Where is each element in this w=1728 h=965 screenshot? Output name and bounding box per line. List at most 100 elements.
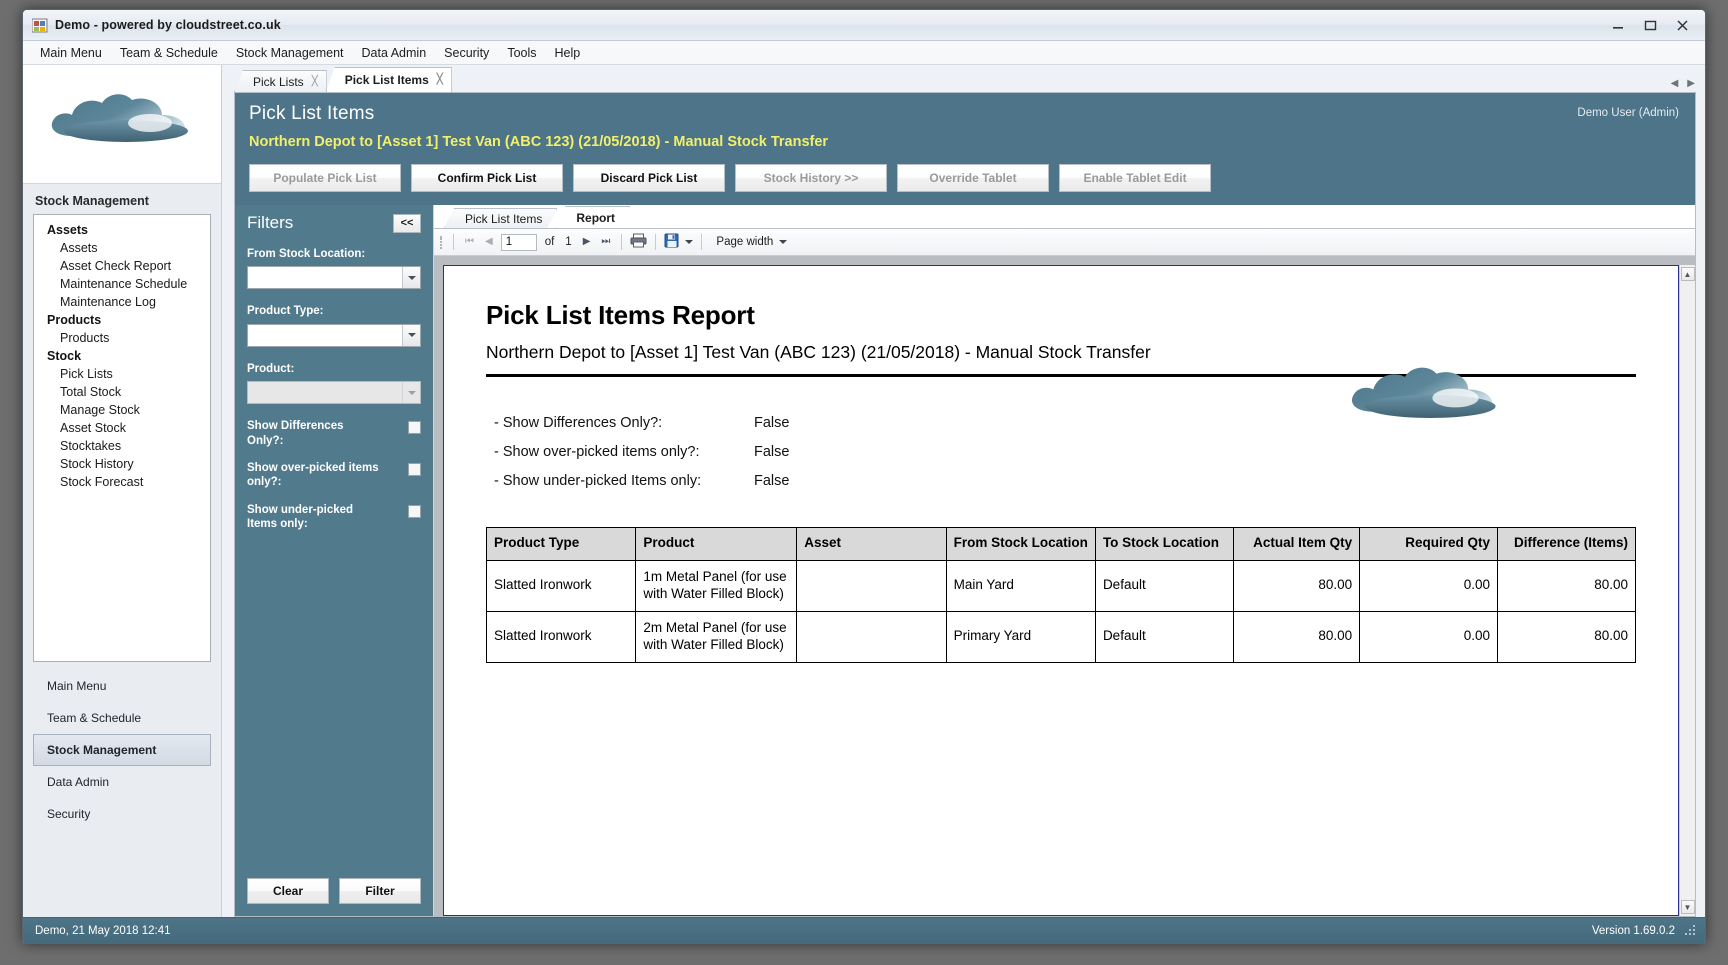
override-tablet-button[interactable]: Override Tablet [897, 164, 1049, 192]
report-parameter-name: - Show Differences Only?: [494, 415, 663, 431]
scrollbar-track[interactable] [1680, 281, 1695, 900]
product-select[interactable] [247, 381, 421, 405]
sidebar-item-maintenance-schedule[interactable]: Maintenance Schedule [34, 275, 210, 293]
subtab-report[interactable]: Report [555, 206, 630, 228]
sidebar-item-manage-stock[interactable]: Manage Stock [34, 401, 210, 419]
nav-group-stock: Stock [47, 349, 82, 363]
scroll-up-icon[interactable]: ▲ [1680, 267, 1695, 281]
col-product: Product [635, 527, 798, 561]
clear-filters-button[interactable]: Clear [247, 878, 329, 904]
show-differences-only-row: Show Differences Only?: [247, 419, 421, 448]
populate-pick-list-button[interactable]: Populate Pick List [249, 164, 401, 192]
cell-required-qty: 0.00 [1359, 610, 1499, 663]
sidebar-item-asset-check-report[interactable]: Asset Check Report [34, 257, 210, 275]
application-window: Demo - powered by cloudstreet.co.uk Main… [22, 9, 1706, 944]
sidebar-item-stock-history[interactable]: Stock History [34, 455, 210, 473]
tab-scroll-left-icon[interactable]: ◀ [1671, 78, 1679, 89]
menu-item-stock-management[interactable]: Stock Management [227, 43, 353, 63]
close-icon[interactable] [1671, 16, 1693, 34]
cell-from-location: Primary Yard [945, 610, 1096, 663]
show-under-picked-only-checkbox[interactable] [408, 504, 421, 518]
chevron-down-icon[interactable] [402, 324, 420, 346]
sidebar-item-total-stock[interactable]: Total Stock [34, 383, 210, 401]
stock-history-button[interactable]: Stock History >> [735, 164, 887, 192]
menu-item-data-admin[interactable]: Data Admin [353, 43, 436, 63]
cell-product: 2m Metal Panel (for use with Water Fille… [635, 610, 798, 663]
next-page-icon[interactable]: ▶ [580, 237, 594, 247]
tab-close-icon[interactable]: ╳ [437, 75, 443, 85]
sidebar-footer-security[interactable]: Security [33, 798, 211, 830]
from-stock-location-value [248, 267, 402, 288]
show-over-picked-only-checkbox[interactable] [408, 462, 421, 476]
action-button-row: Populate Pick List Confirm Pick List Dis… [249, 150, 1681, 205]
enable-tablet-edit-button[interactable]: Enable Tablet Edit [1059, 164, 1211, 192]
sidebar-footer-team-schedule[interactable]: Team & Schedule [33, 702, 211, 734]
confirm-pick-list-label: Confirm Pick List [437, 171, 537, 185]
chevron-down-icon[interactable] [779, 240, 788, 244]
menu-item-main-menu[interactable]: Main Menu [31, 43, 111, 63]
confirm-pick-list-button[interactable]: Confirm Pick List [411, 164, 563, 192]
filters-footer: Clear Filter [247, 878, 421, 906]
sidebar-item-pick-lists[interactable]: Pick Lists [34, 365, 210, 383]
enable-tablet-edit-label: Enable Tablet Edit [1083, 171, 1187, 185]
sidebar-footer-data-admin[interactable]: Data Admin [33, 766, 211, 798]
report-parameter-row: - Show under-picked Items only: False [486, 473, 1636, 489]
sidebar-item-stock-forecast[interactable]: Stock Forecast [34, 473, 210, 491]
product-type-select[interactable] [247, 323, 421, 347]
cloud-logo-icon [51, 94, 188, 142]
chevron-down-icon[interactable] [402, 267, 420, 289]
report-vertical-scrollbar[interactable]: ▲ ▼ [1679, 265, 1695, 916]
discard-pick-list-button[interactable]: Discard Pick List [573, 164, 725, 192]
menu-item-help[interactable]: Help [546, 43, 590, 63]
scroll-down-icon[interactable]: ▼ [1680, 900, 1695, 914]
status-left-text: Demo, 21 May 2018 12:41 [35, 924, 171, 937]
col-to-stock-location: To Stock Location [1094, 527, 1234, 561]
subtab-pick-list-items[interactable]: Pick List Items [444, 208, 557, 228]
tab-pick-lists-label: Pick Lists [253, 74, 304, 89]
sidebar-item-stocktakes[interactable]: Stocktakes [34, 437, 210, 455]
sidebar-item-products[interactable]: Products [34, 329, 210, 347]
cell-product-type: Slatted Ironwork [485, 610, 637, 663]
page-number-input[interactable]: 1 [500, 233, 537, 251]
sidebar-item-asset-stock[interactable]: Asset Stock [34, 419, 210, 437]
first-page-icon[interactable]: ⏮ [462, 237, 477, 247]
sidebar-item-maintenance-log[interactable]: Maintenance Log [34, 293, 210, 311]
export-save-icon[interactable] [664, 233, 680, 251]
show-over-picked-only-label: Show over-picked items only?: [247, 461, 379, 489]
toolbar-separator [701, 234, 703, 250]
apply-filter-button[interactable]: Filter [339, 878, 421, 904]
sidebar-footer-stock-management[interactable]: Stock Management [33, 734, 211, 766]
export-dropdown-icon[interactable] [685, 240, 694, 244]
tab-pick-list-items[interactable]: Pick List Items ╳ [325, 67, 452, 92]
previous-page-icon[interactable]: ◀ [482, 237, 496, 247]
sidebar-footer-main-menu[interactable]: Main Menu [33, 670, 211, 702]
sidebar-item-assets[interactable]: Assets [34, 239, 210, 257]
tab-scroll-right-icon[interactable]: ▶ [1687, 78, 1695, 89]
report-header: Pick List Items Report Northern Depot to… [486, 300, 1636, 418]
chevron-down-icon[interactable] [402, 382, 420, 404]
sidebar-section-title: Stock Management [35, 194, 149, 208]
lower-area: Filters << From Stock Location: Product … [235, 205, 1695, 916]
maximize-icon[interactable] [1639, 16, 1661, 34]
collapse-filters-button[interactable]: << [393, 213, 421, 233]
cell-asset [796, 560, 947, 612]
report-parameter-row: - Show over-picked items only?: False [486, 444, 1636, 460]
cell-from-location: Main Yard [945, 560, 1096, 612]
tab-close-icon[interactable]: ╳ [312, 76, 318, 87]
sidebar: Stock Management Assets Assets Asset Che… [23, 65, 222, 917]
menu-item-tools[interactable]: Tools [498, 43, 545, 63]
page-title: Pick List Items [249, 103, 375, 124]
zoom-level-select[interactable]: Page width [710, 236, 788, 248]
minimize-icon[interactable] [1607, 16, 1629, 34]
menu-item-team-schedule[interactable]: Team & Schedule [111, 43, 227, 63]
report-parameter-value: False [754, 473, 790, 489]
print-icon[interactable] [630, 233, 647, 251]
menu-item-security[interactable]: Security [435, 43, 498, 63]
last-page-icon[interactable]: ⏭ [598, 237, 613, 247]
stock-history-label: Stock History >> [763, 171, 859, 185]
show-differences-only-checkbox[interactable] [408, 421, 421, 435]
from-stock-location-select[interactable] [247, 266, 421, 290]
tab-pick-lists[interactable]: Pick Lists ╳ [234, 70, 327, 92]
report-parameter-value: False [754, 415, 790, 431]
resize-grip-icon[interactable] [1685, 924, 1697, 937]
